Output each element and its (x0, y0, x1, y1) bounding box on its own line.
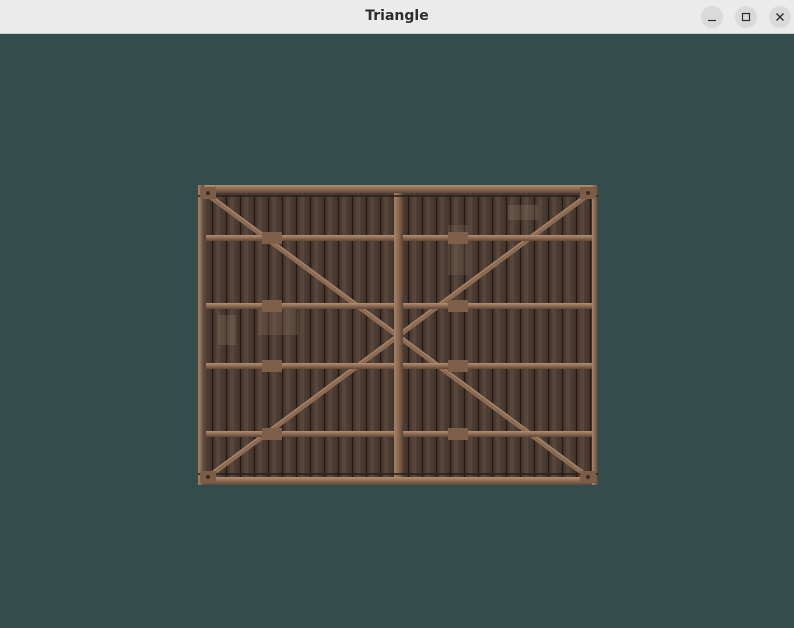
maximize-icon (741, 12, 751, 22)
render-viewport[interactable] (0, 34, 794, 628)
close-button[interactable] (769, 6, 791, 28)
minimize-icon (708, 19, 716, 22)
minimize-button[interactable] (701, 6, 723, 28)
wooden-crate-texture (198, 185, 598, 485)
app-window: Triangle (0, 0, 794, 628)
maximize-button[interactable] (735, 6, 757, 28)
window-title: Triangle (365, 8, 429, 24)
title-bar[interactable]: Triangle (0, 0, 794, 34)
close-icon (776, 13, 784, 21)
